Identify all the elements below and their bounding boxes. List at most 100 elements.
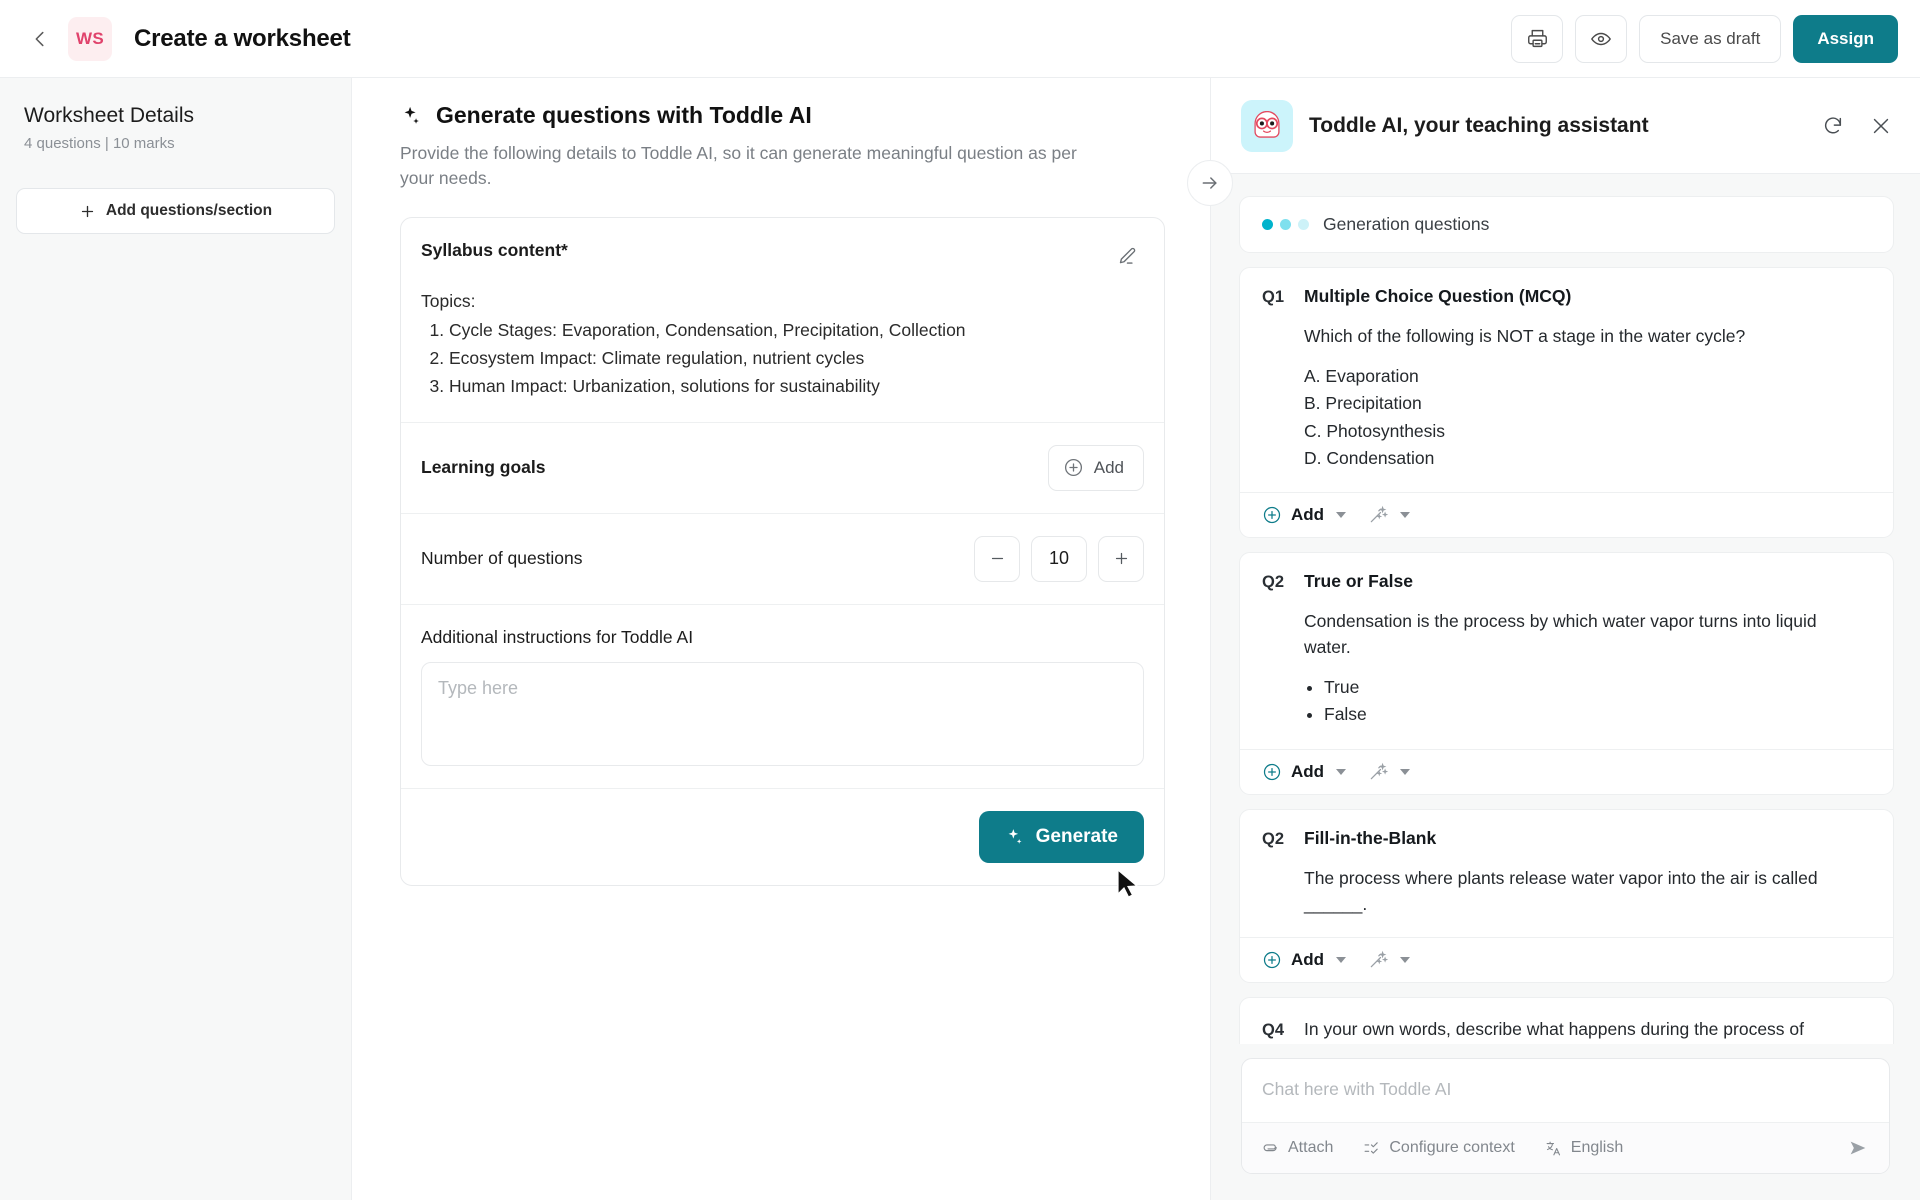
question-footer: Add <box>1240 937 1893 982</box>
learning-goals-label: Learning goals <box>421 457 546 478</box>
topics-list: Cycle Stages: Evaporation, Condensation,… <box>449 316 1144 400</box>
configure-context-label: Configure context <box>1389 1139 1515 1156</box>
magic-wand-icon[interactable] <box>1368 762 1389 782</box>
top-bar: WS Create a worksheet Save as draft Assi… <box>0 0 1920 78</box>
toddle-bot-icon <box>1241 99 1293 152</box>
generate-panel: Generate questions with Toddle AI Provid… <box>352 78 1210 1200</box>
decrement-questions-button[interactable] <box>974 535 1020 582</box>
add-learning-goal-button[interactable]: Add <box>1047 444 1144 491</box>
send-icon <box>1847 1137 1869 1159</box>
topic-item: Human Impact: Urbanization, solutions fo… <box>449 372 1144 400</box>
sparkle-icon <box>400 105 422 127</box>
question-count-stepper: 10 <box>974 535 1144 582</box>
worksheet-sidebar: Worksheet Details 4 questions | 10 marks… <box>0 78 352 1200</box>
add-question-label: Add <box>1291 504 1325 524</box>
ai-panel-actions <box>1822 115 1892 137</box>
learning-goals-row: Learning goals Add <box>401 423 1164 514</box>
generation-status-card: Generation questions <box>1239 196 1894 253</box>
save-as-draft-button[interactable]: Save as draft <box>1639 14 1782 63</box>
collapse-panel-button[interactable] <box>1187 160 1233 206</box>
question-text: The process where plants release water v… <box>1304 867 1818 914</box>
plus-icon <box>1113 550 1130 567</box>
back-button[interactable] <box>22 21 58 57</box>
add-question-button[interactable]: Add <box>1262 505 1324 525</box>
generate-button[interactable]: Generate <box>978 810 1144 863</box>
arrow-right-icon <box>1200 173 1220 193</box>
question-text: In your own words, describe what happens… <box>1304 1019 1805 1039</box>
add-question-button[interactable]: Add <box>1262 762 1324 782</box>
question-number: Q2 <box>1262 572 1285 591</box>
sidebar-subtitle: 4 questions | 10 marks <box>24 135 175 152</box>
add-question-button[interactable]: Add <box>1262 950 1324 970</box>
top-bar-actions: Save as draft Assign <box>1511 14 1898 63</box>
add-question-label: Add <box>1291 761 1325 781</box>
add-dropdown-caret-icon[interactable] <box>1336 957 1347 963</box>
loading-dots-icon <box>1262 219 1309 230</box>
add-questions-section-label: Add questions/section <box>105 202 273 219</box>
add-dropdown-caret-icon[interactable] <box>1336 511 1347 518</box>
plus-circle-icon <box>1063 457 1084 478</box>
generate-button-label: Generate <box>1035 825 1118 847</box>
option-item: C. Photosynthesis <box>1304 420 1446 441</box>
configure-context-button[interactable]: Configure context <box>1363 1139 1515 1157</box>
refresh-icon <box>1822 115 1844 137</box>
bullet-item: True <box>1324 674 1871 701</box>
question-bullets: True False <box>1324 674 1871 728</box>
question-options: A. Evaporation B. Precipitation C. Photo… <box>1304 363 1871 472</box>
attach-button[interactable]: Attach <box>1262 1139 1333 1157</box>
add-questions-section-button[interactable]: Add questions/section <box>16 188 335 234</box>
bullet-item: False <box>1324 701 1871 728</box>
plus-icon <box>79 203 96 220</box>
edit-syllabus-button[interactable] <box>1110 240 1144 274</box>
question-header: Q1 Multiple Choice Question (MCQ) <box>1262 286 1871 307</box>
preview-button[interactable] <box>1575 14 1628 63</box>
generation-status-text: Generation questions <box>1323 214 1490 234</box>
generate-title: Generate questions with Toddle AI <box>436 102 812 128</box>
option-item: B. Precipitation <box>1304 393 1422 414</box>
question-type: True or False <box>1304 570 1413 591</box>
question-footer: Add <box>1240 748 1893 794</box>
assign-button[interactable]: Assign <box>1793 14 1898 63</box>
generate-form-card: Syllabus content* Topics: Cycle Stages: … <box>400 216 1165 898</box>
print-button[interactable] <box>1511 14 1564 63</box>
wand-dropdown-caret-icon[interactable] <box>1400 511 1411 518</box>
chat-input[interactable]: Chat here with Toddle AI <box>1242 1059 1889 1122</box>
attach-label: Attach <box>1288 1139 1334 1156</box>
question-text: Condensation is the process by which wat… <box>1304 610 1817 657</box>
pencil-icon <box>1117 246 1138 267</box>
chat-composer: Chat here with Toddle AI Attach Configur… <box>1241 1058 1890 1174</box>
magic-wand-icon[interactable] <box>1368 950 1389 970</box>
chevron-left-icon <box>29 28 51 50</box>
send-button[interactable] <box>1847 1137 1869 1159</box>
option-item: D. Condensation <box>1304 447 1435 468</box>
question-count-value[interactable]: 10 <box>1031 535 1087 582</box>
refresh-button[interactable] <box>1822 115 1844 137</box>
additional-instructions-input[interactable]: Type here <box>421 661 1144 766</box>
wand-dropdown-caret-icon[interactable] <box>1400 957 1411 963</box>
language-label: English <box>1570 1139 1624 1156</box>
question-number: Q2 <box>1262 829 1285 848</box>
increment-questions-button[interactable] <box>1098 535 1144 582</box>
generate-button-row: Generate <box>401 789 1164 898</box>
add-dropdown-caret-icon[interactable] <box>1336 768 1347 775</box>
topics-label: Topics: <box>421 290 476 311</box>
question-header: Q4 In your own words, describe what happ… <box>1262 1016 1871 1044</box>
generate-heading-row: Generate questions with Toddle AI <box>400 102 1170 129</box>
main-body: Worksheet Details 4 questions | 10 marks… <box>0 78 1920 1200</box>
magic-wand-icon[interactable] <box>1368 505 1389 525</box>
syllabus-row: Syllabus content* Topics: Cycle Stages: … <box>401 218 1164 423</box>
wand-dropdown-caret-icon[interactable] <box>1400 768 1411 775</box>
sparkle-icon <box>1005 827 1025 847</box>
ai-messages-scroll[interactable]: Generation questions Q1 Multiple Choice … <box>1211 174 1920 1044</box>
question-body: Q2 True or False Condensation is the pro… <box>1240 553 1893 749</box>
translate-icon <box>1545 1140 1562 1157</box>
toddle-ai-panel: Toddle AI, your teaching assistant Gener… <box>1187 78 1920 1200</box>
close-panel-button[interactable] <box>1870 115 1892 137</box>
language-selector[interactable]: English <box>1545 1139 1623 1157</box>
question-card: Q2 True or False Condensation is the pro… <box>1239 551 1894 795</box>
printer-icon <box>1527 28 1548 49</box>
ai-panel-header: Toddle AI, your teaching assistant <box>1211 78 1920 174</box>
workspace-avatar[interactable]: WS <box>68 16 112 61</box>
topic-item: Cycle Stages: Evaporation, Condensation,… <box>449 316 1144 344</box>
topic-item: Ecosystem Impact: Climate regulation, nu… <box>449 344 1144 372</box>
